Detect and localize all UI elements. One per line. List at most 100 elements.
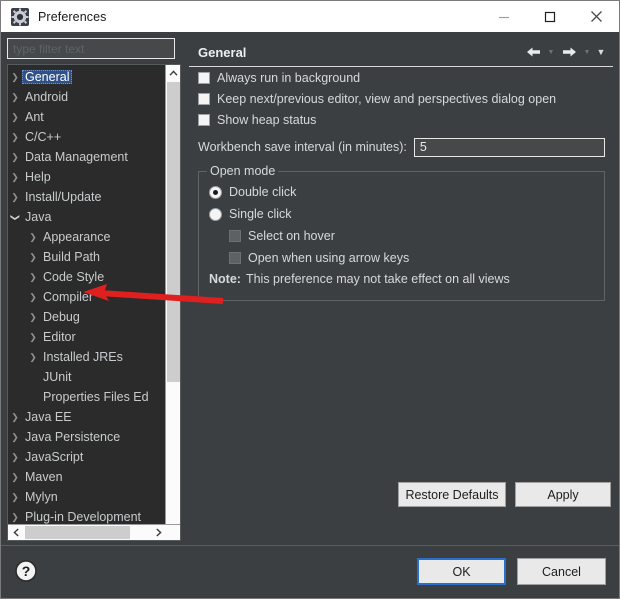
scroll-right-icon[interactable] bbox=[150, 525, 166, 540]
preferences-gear-icon bbox=[11, 7, 29, 26]
tree-item-label: Java bbox=[25, 210, 52, 224]
pane-body: Always run in background Keep next/previo… bbox=[189, 67, 613, 507]
svg-text:?: ? bbox=[22, 563, 31, 579]
tree-item-label: JUnit bbox=[43, 370, 72, 384]
tree-item-debug[interactable]: ❯ Debug bbox=[8, 307, 160, 327]
chevron-right-icon[interactable]: ❯ bbox=[8, 412, 22, 422]
workbench-save-interval-row: Workbench save interval (in minutes): 5 bbox=[198, 136, 613, 158]
dialog-footer-buttons: OK Cancel bbox=[417, 558, 606, 585]
tree-item-android[interactable]: ❯ Android bbox=[8, 87, 160, 107]
chevron-right-icon[interactable]: ❯ bbox=[26, 252, 40, 262]
checkbox-keep-next-previous-editor-view-and-persp[interactable]: Keep next/previous editor, view and pers… bbox=[198, 88, 613, 109]
radio-double-click[interactable]: Double click bbox=[209, 181, 604, 203]
back-history-chevron-down-icon[interactable]: ▼ bbox=[545, 42, 557, 62]
chevron-right-icon[interactable]: ❯ bbox=[26, 312, 40, 322]
help-icon[interactable]: ? bbox=[15, 560, 37, 582]
tree-item-java-persistence[interactable]: ❯ Java Persistence bbox=[8, 427, 160, 447]
forward-history-chevron-down-icon[interactable]: ▼ bbox=[581, 42, 593, 62]
tree-item-java-ee[interactable]: ❯ Java EE bbox=[8, 407, 160, 427]
dialog-footer: ? OK Cancel bbox=[1, 545, 619, 598]
chevron-right-icon[interactable]: ❯ bbox=[8, 512, 22, 522]
tree-item-label: Installed JREs bbox=[43, 350, 123, 364]
chevron-right-icon[interactable]: ❯ bbox=[8, 192, 22, 202]
tree-item-label: JavaScript bbox=[25, 450, 84, 464]
tree-item-code-style[interactable]: ❯ Code Style bbox=[8, 267, 160, 287]
tree-item-installed-jres[interactable]: ❯ Installed JREs bbox=[8, 347, 160, 367]
tree-item-mylyn[interactable]: ❯ Mylyn bbox=[8, 487, 160, 507]
radio-single-click-label: Single click bbox=[229, 207, 292, 221]
tree-item-appearance[interactable]: ❯ Appearance bbox=[8, 227, 160, 247]
tree-item-javascript[interactable]: ❯ JavaScript bbox=[8, 447, 160, 467]
chevron-right-icon[interactable]: ❯ bbox=[26, 332, 40, 342]
back-arrow-icon[interactable] bbox=[523, 42, 543, 62]
chevron-right-icon[interactable]: ❯ bbox=[8, 472, 22, 482]
chevron-right-icon[interactable]: ❯ bbox=[8, 172, 22, 182]
tree-horizontal-scrollbar[interactable] bbox=[8, 524, 180, 540]
tree-item-editor[interactable]: ❯ Editor bbox=[8, 327, 160, 347]
cancel-button[interactable]: Cancel bbox=[517, 558, 606, 585]
chevron-right-icon[interactable]: ❯ bbox=[26, 292, 40, 302]
chevron-right-icon[interactable]: ❯ bbox=[8, 92, 22, 102]
open-with-arrow-keys-checkbox bbox=[229, 252, 241, 264]
filter-placeholder: type filter text bbox=[13, 41, 85, 56]
tree-vertical-scrollbar[interactable] bbox=[165, 65, 180, 540]
dialog-content: type filter text ❯ General ❯ Android ❯ Ant ❯ C/… bbox=[1, 32, 619, 547]
tree-item-label: Plug-in Development bbox=[25, 510, 142, 524]
scroll-left-icon[interactable] bbox=[8, 525, 24, 540]
ok-button[interactable]: OK bbox=[417, 558, 506, 585]
pane-nav-toolbar: ▼ ▼ ▼ bbox=[523, 42, 613, 62]
tree-item-ant[interactable]: ❯ Ant bbox=[8, 107, 160, 127]
tree-item-general[interactable]: ❯ General bbox=[8, 67, 160, 87]
chevron-right-icon[interactable]: ❯ bbox=[8, 432, 22, 442]
tree-item-list: ❯ General ❯ Android ❯ Ant ❯ C/C++ ❯ Data Manageme… bbox=[8, 67, 160, 527]
chevron-down-icon[interactable]: ❯ bbox=[11, 210, 21, 224]
maximize-button[interactable] bbox=[527, 1, 573, 32]
pane-action-buttons: Restore Defaults Apply bbox=[398, 482, 611, 507]
horizontal-scroll-thumb[interactable] bbox=[25, 526, 130, 539]
tree-item-data-management[interactable]: ❯ Data Management bbox=[8, 147, 160, 167]
chevron-right-icon[interactable]: ❯ bbox=[26, 352, 40, 362]
chevron-right-icon[interactable]: ❯ bbox=[26, 232, 40, 242]
tree-item-maven[interactable]: ❯ Maven bbox=[8, 467, 160, 487]
scroll-up-icon[interactable] bbox=[166, 65, 180, 81]
checkbox-show-heap-status[interactable]: Show heap status bbox=[198, 109, 613, 130]
tree-item-label: Android bbox=[25, 90, 69, 104]
filter-input[interactable]: type filter text bbox=[7, 38, 175, 59]
forward-arrow-icon[interactable] bbox=[559, 42, 579, 62]
apply-button[interactable]: Apply bbox=[515, 482, 611, 507]
tree-item-label: Editor bbox=[43, 330, 76, 344]
tree-item-label: Ant bbox=[25, 110, 44, 124]
save-interval-value: 5 bbox=[419, 140, 427, 154]
close-button[interactable] bbox=[573, 1, 619, 32]
chevron-right-icon[interactable]: ❯ bbox=[8, 132, 22, 142]
chevron-right-icon[interactable]: ❯ bbox=[8, 452, 22, 462]
tree-item-build-path[interactable]: ❯ Build Path bbox=[8, 247, 160, 267]
vertical-scroll-thumb[interactable] bbox=[167, 82, 180, 382]
tree-item-java[interactable]: ❯ Java bbox=[8, 207, 160, 227]
note-prefix: Note: bbox=[209, 272, 241, 286]
save-interval-input[interactable]: 5 bbox=[413, 137, 605, 157]
view-menu-icon[interactable]: ▼ bbox=[595, 42, 607, 62]
checkbox-indicator bbox=[198, 113, 210, 126]
tree-item-c-c[interactable]: ❯ C/C++ bbox=[8, 127, 160, 147]
tree-item-help[interactable]: ❯ Help bbox=[8, 167, 160, 187]
restore-defaults-button[interactable]: Restore Defaults bbox=[398, 482, 506, 507]
chevron-right-icon[interactable]: ❯ bbox=[8, 72, 22, 82]
radio-double-click-indicator bbox=[209, 185, 222, 199]
chevron-right-icon[interactable]: ❯ bbox=[8, 492, 22, 502]
checkbox-indicator bbox=[198, 92, 210, 105]
chevron-right-icon[interactable]: ❯ bbox=[26, 272, 40, 282]
tree-item-label: Code Style bbox=[43, 270, 105, 284]
preferences-tree[interactable]: ❯ General ❯ Android ❯ Ant ❯ C/C++ ❯ Data Manageme… bbox=[7, 64, 181, 541]
chevron-right-icon[interactable]: ❯ bbox=[8, 152, 22, 162]
checkbox-always-run-in-background[interactable]: Always run in background bbox=[198, 67, 613, 88]
tree-item-junit[interactable]: JUnit bbox=[8, 367, 160, 387]
tree-item-properties-files-ed[interactable]: Properties Files Ed bbox=[8, 387, 160, 407]
tree-item-install-update[interactable]: ❯ Install/Update bbox=[8, 187, 160, 207]
chevron-right-icon[interactable]: ❯ bbox=[8, 112, 22, 122]
radio-single-click[interactable]: Single click bbox=[209, 203, 604, 225]
tree-item-label: General bbox=[22, 70, 73, 84]
window-title: Preferences bbox=[38, 9, 107, 24]
tree-item-compiler[interactable]: ❯ Compiler bbox=[8, 287, 160, 307]
minimize-button[interactable] bbox=[481, 1, 527, 32]
